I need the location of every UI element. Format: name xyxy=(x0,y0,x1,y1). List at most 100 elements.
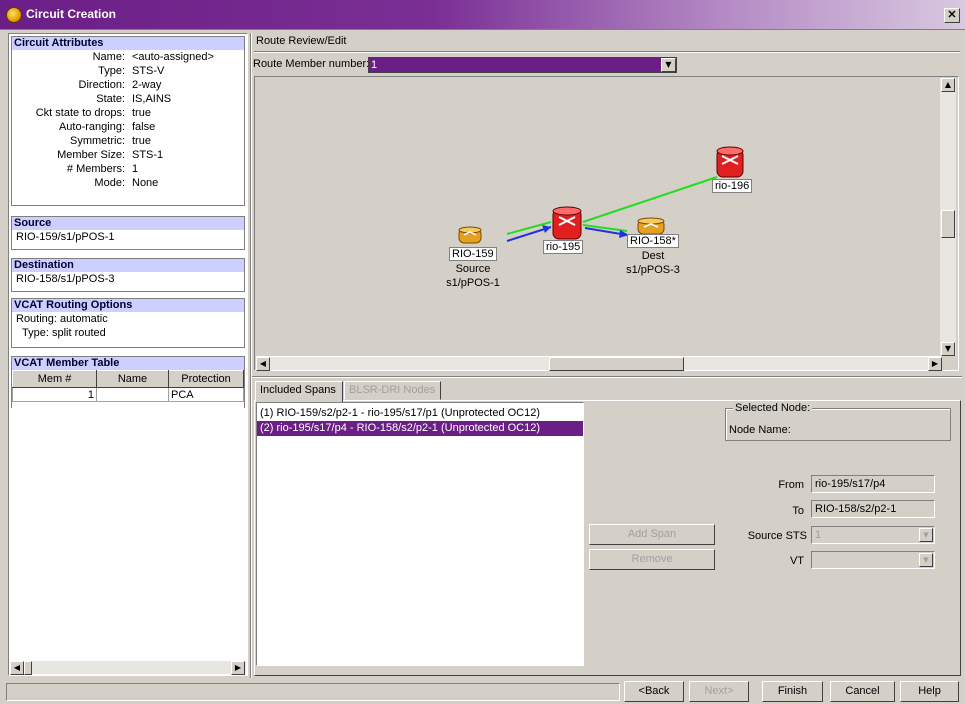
add-span-label: Add Span xyxy=(627,528,677,540)
attribute-row: # Members: 1 xyxy=(12,162,244,176)
vcat-member-table-section: VCAT Member Table Mem # Name Protection … xyxy=(11,356,245,408)
attribute-key: Auto-ranging: xyxy=(58,121,125,133)
attribute-value: true xyxy=(132,135,151,147)
route-member-number-select[interactable]: 1 xyxy=(368,57,677,73)
help-button[interactable]: Help xyxy=(900,681,959,702)
included-spans-list[interactable]: (1) RIO-159/s2/p2-1 - rio-195/s17/p1 (Un… xyxy=(256,402,584,666)
routing-row: Routing: automatic xyxy=(12,312,244,326)
chevron-down-icon[interactable]: ▼ xyxy=(919,528,933,542)
close-button[interactable]: ✕ xyxy=(944,8,960,23)
link-195-196-green[interactable] xyxy=(582,176,718,223)
column-header-protection[interactable]: Protection xyxy=(168,370,244,388)
graph-vscroll-thumb[interactable] xyxy=(941,210,955,238)
column-header-mem[interactable]: Mem # xyxy=(12,370,97,388)
route-graph-canvas[interactable]: RIO-159 Source s1/pPOS-1 rio-195 RIO-158… xyxy=(254,76,959,371)
attribute-key: # Members: xyxy=(66,163,125,175)
attribute-row: Direction: 2-way xyxy=(12,78,244,92)
node-rio-195-label[interactable]: rio-195 xyxy=(543,240,584,254)
vertical-split-divider[interactable] xyxy=(250,33,252,678)
attribute-row: Ckt state to drops: true xyxy=(12,106,244,120)
attribute-key: Direction: xyxy=(78,79,125,91)
attribute-row: Symmetric: true xyxy=(12,134,244,148)
add-span-button[interactable]: Add Span xyxy=(589,524,715,545)
routing-type-row: Type: split routed xyxy=(12,326,244,340)
node-rio-196-icon[interactable] xyxy=(716,146,744,178)
attribute-key: Mode: xyxy=(94,177,125,189)
graph-vscrollbar[interactable]: ▲ ▼ xyxy=(940,78,956,356)
chevron-down-icon[interactable]: ▼ xyxy=(661,58,676,72)
attribute-value: STS-V xyxy=(132,65,165,77)
source-sts-label: Source STS xyxy=(747,530,807,542)
cell-mem: 1 xyxy=(12,387,97,402)
span-list-item[interactable]: (2) rio-195/s17/p4 - RIO-158/s2/p2-1 (Un… xyxy=(257,421,583,436)
attribute-value: true xyxy=(132,107,151,119)
tab-blsr-dri-nodes[interactable]: BLSR-DRI Nodes xyxy=(344,381,441,400)
destination-section: Destination RIO-158/s1/pPOS-3 xyxy=(11,258,245,292)
cancel-button[interactable]: Cancel xyxy=(830,681,895,702)
destination-value: RIO-158/s1/pPOS-3 xyxy=(16,273,115,285)
vcat-routing-header: VCAT Routing Options xyxy=(12,299,244,312)
scroll-down-icon[interactable]: ▼ xyxy=(941,342,955,356)
scroll-thumb[interactable] xyxy=(24,661,32,675)
node-name-label: Node Name: xyxy=(729,424,791,436)
back-button[interactable]: <Back xyxy=(624,681,684,702)
attribute-value: false xyxy=(132,121,156,133)
chevron-down-icon[interactable]: ▼ xyxy=(919,553,933,567)
attribute-row: Name: <auto-assigned> xyxy=(12,50,244,64)
attribute-value: 1 xyxy=(132,163,139,175)
finish-button[interactable]: Finish xyxy=(762,681,823,702)
vcat-member-table-header: VCAT Member Table xyxy=(12,357,244,370)
table-row[interactable]: 1 PCA xyxy=(12,387,244,402)
attribute-value: STS-1 xyxy=(132,149,164,161)
next-button[interactable]: Next> xyxy=(689,681,749,702)
route-graph-svg xyxy=(458,146,744,244)
vt-label: VT xyxy=(789,555,804,567)
circuit-attributes-header: Circuit Attributes xyxy=(12,37,244,50)
cell-name xyxy=(96,387,169,402)
attribute-key: Ckt state to drops: xyxy=(35,107,125,119)
node-rio-159-label[interactable]: RIO-159 xyxy=(449,247,497,261)
node-rio-159-icon[interactable] xyxy=(458,226,482,244)
attribute-row: Member Size: STS-1 xyxy=(12,148,244,162)
spans-container: (1) RIO-159/s2/p2-1 - rio-195/s17/p1 (Un… xyxy=(257,403,583,436)
vt-select[interactable] xyxy=(811,551,935,569)
scroll-corner xyxy=(942,356,957,370)
route-member-number-label: Route Member number: xyxy=(253,58,370,70)
column-header-name[interactable]: Name xyxy=(96,370,169,388)
span-list-item[interactable]: (1) RIO-159/s2/p2-1 - rio-195/s17/p1 (Un… xyxy=(257,406,583,421)
window-title: Circuit Creation xyxy=(26,7,117,21)
attribute-row: Type: STS-V xyxy=(12,64,244,78)
status-bar xyxy=(6,683,620,701)
graph-hscrollbar[interactable]: ◀ ▶ xyxy=(256,356,942,371)
source-sts-select[interactable]: 1 xyxy=(811,526,935,544)
node-rio-158-role: Dest xyxy=(641,250,665,262)
attribute-key: Symmetric: xyxy=(70,135,125,147)
scroll-right-icon[interactable]: ▶ xyxy=(928,357,942,371)
attribute-value: IS,AINS xyxy=(132,93,172,105)
scroll-up-icon[interactable]: ▲ xyxy=(941,78,955,92)
left-panel-hscrollbar[interactable]: ◀ ▶ xyxy=(10,660,246,675)
node-rio-158-icon[interactable] xyxy=(637,217,665,235)
attribute-value: None xyxy=(132,177,159,189)
scroll-left-icon[interactable]: ◀ xyxy=(256,357,270,371)
node-rio-195-icon[interactable] xyxy=(552,206,582,240)
tab-included-spans[interactable]: Included Spans xyxy=(255,381,343,402)
remove-span-button[interactable]: Remove xyxy=(589,549,715,570)
route-review-label: Route Review/Edit xyxy=(256,35,347,47)
split-divider[interactable] xyxy=(250,376,962,378)
cell-protection: PCA xyxy=(168,387,244,402)
attribute-value: <auto-assigned> xyxy=(132,51,214,63)
source-value: RIO-159/s1/pPOS-1 xyxy=(16,231,115,243)
scroll-left-icon[interactable]: ◀ xyxy=(10,661,24,675)
routing-type-value: split routed xyxy=(51,327,106,339)
node-rio-196-label[interactable]: rio-196 xyxy=(712,179,753,193)
separator xyxy=(254,51,960,53)
attribute-key: Name: xyxy=(92,51,125,63)
to-field[interactable]: RIO-158/s2/p2-1 xyxy=(811,500,935,518)
destination-header: Destination xyxy=(12,259,244,272)
attribute-key: Type: xyxy=(98,65,125,77)
scroll-right-icon[interactable]: ▶ xyxy=(231,661,245,675)
node-rio-158-label[interactable]: RIO-158* xyxy=(627,234,679,248)
graph-hscroll-thumb[interactable] xyxy=(549,357,684,371)
from-field[interactable]: rio-195/s17/p4 xyxy=(811,475,935,493)
